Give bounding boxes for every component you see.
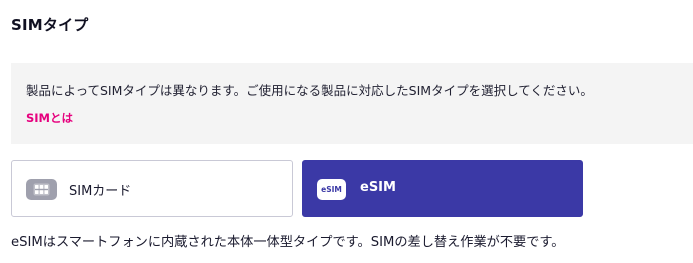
info-text: 製品によってSIMタイプは異なります。ご使用になる製品に対応したSIMタイプを選… <box>26 83 593 98</box>
sim-card-option[interactable]: SIMカード <box>11 160 293 217</box>
esim-option[interactable]: eSIM eSIM <box>302 160 583 217</box>
esim-label: eSIM <box>360 180 396 195</box>
esim-icon: eSIM <box>317 179 346 200</box>
section-title: SIMタイプ <box>11 16 89 34</box>
info-box: 製品によってSIMタイプは異なります。ご使用になる製品に対応したSIMタイプを選… <box>11 63 693 144</box>
sim-card-label: SIMカード <box>69 184 132 199</box>
esim-description: eSIMはスマートフォンに内蔵された本体一体型タイプです。SIMの差し替え作業が… <box>11 235 565 250</box>
sim-type-section: SIMタイプ 製品によってSIMタイプは異なります。ご使用になる製品に対応したS… <box>0 0 693 263</box>
what-is-sim-link[interactable]: SIMとは <box>26 110 73 126</box>
sim-card-icon <box>26 179 57 200</box>
